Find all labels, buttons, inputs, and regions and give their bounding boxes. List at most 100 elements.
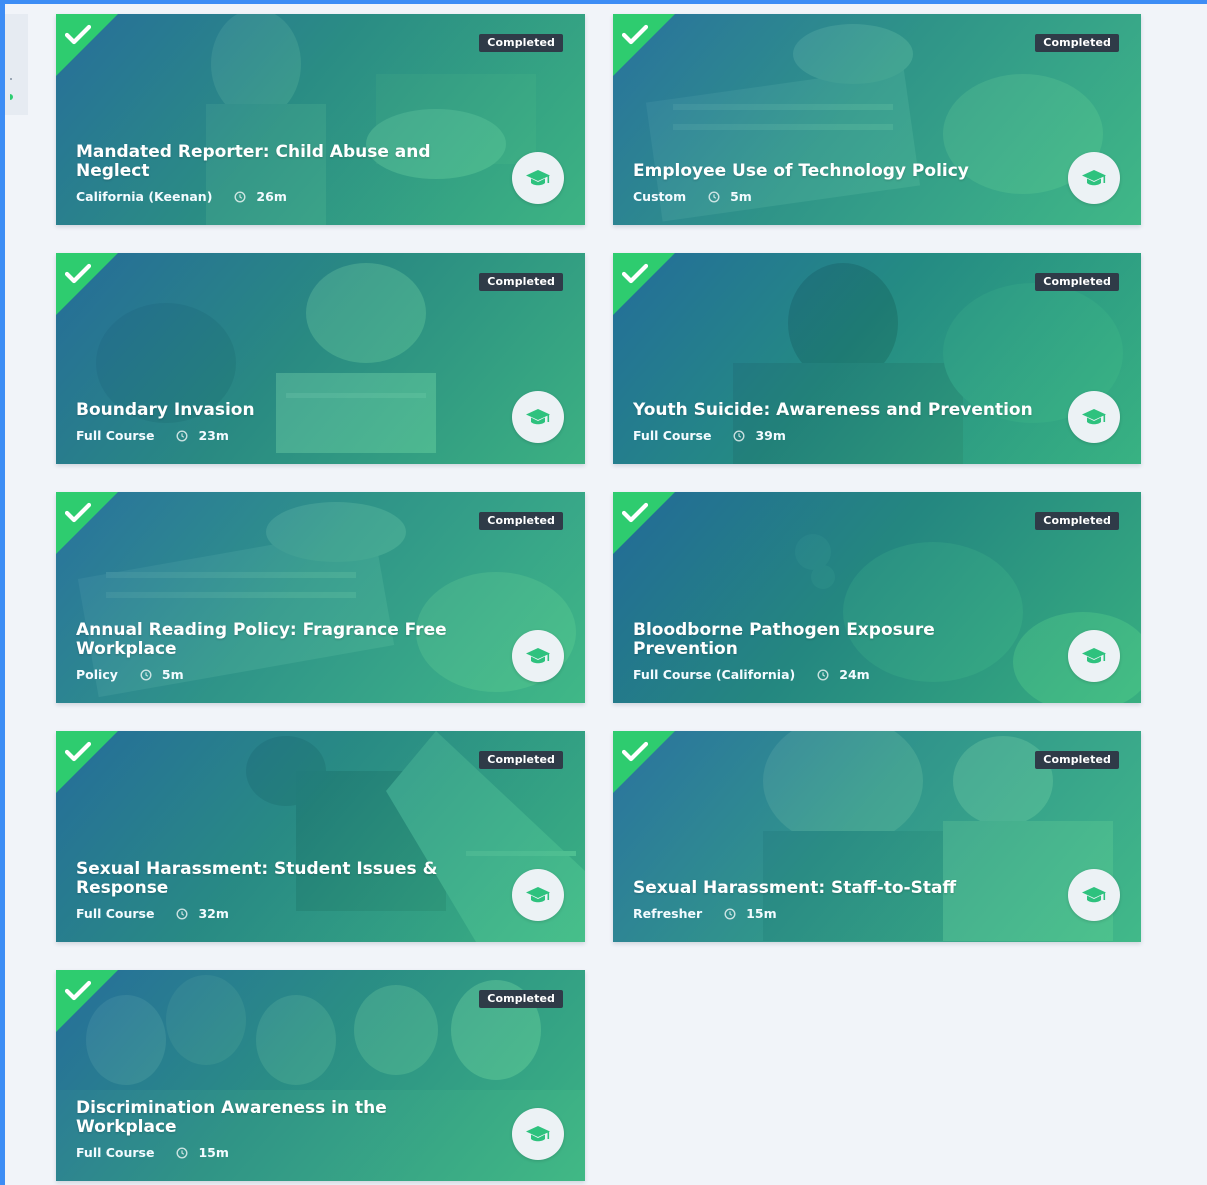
course-duration: 24m	[839, 667, 870, 682]
card-info: Sexual Harassment: Staff-to-Staff Refres…	[633, 879, 1041, 922]
course-title: Mandated Reporter: Child Abuse and Negle…	[76, 142, 431, 181]
graduation-cap-icon	[526, 1126, 550, 1142]
course-meta: Full Course 39m	[633, 428, 1041, 444]
clock-icon	[733, 430, 745, 442]
status-badge: Completed	[479, 512, 563, 530]
check-icon	[65, 741, 91, 762]
course-duration: 5m	[161, 667, 184, 682]
top-accent-bar	[0, 0, 1207, 4]
course-grid: Completed Mandated Reporter: Child Abuse…	[56, 14, 1141, 1181]
card-info: Bloodborne Pathogen Exposure Prevention …	[633, 621, 1041, 683]
course-type: Policy	[76, 667, 118, 682]
course-meta: Full Course 15m	[76, 1145, 485, 1161]
course-card[interactable]: Completed Sexual Harassment: Staff-to-St…	[613, 731, 1141, 942]
course-card[interactable]: Completed Employee Use of Technology Pol…	[613, 14, 1141, 225]
graduation-cap-icon	[526, 887, 550, 903]
sidebar-active-indicator	[10, 94, 13, 100]
check-icon	[622, 263, 648, 284]
course-type: Full Course	[76, 906, 155, 921]
check-icon	[622, 741, 648, 762]
launch-course-button[interactable]	[1068, 391, 1120, 443]
status-badge: Completed	[1035, 34, 1119, 52]
course-catalog-view: Completed Mandated Reporter: Child Abuse…	[0, 0, 1207, 1185]
course-type: Custom	[633, 189, 687, 204]
course-title: Boundary Invasion	[76, 400, 255, 420]
course-type: Full Course	[76, 428, 155, 443]
check-icon	[65, 24, 91, 45]
graduation-cap-icon	[1082, 170, 1106, 186]
check-icon	[622, 24, 648, 45]
clock-icon	[724, 908, 736, 920]
course-type: Full Course	[76, 1145, 155, 1160]
launch-course-button[interactable]	[512, 630, 564, 682]
launch-course-button[interactable]	[512, 869, 564, 921]
graduation-cap-icon	[1082, 409, 1106, 425]
course-card[interactable]: Completed Bloodborne Pathogen Exposure P…	[613, 492, 1141, 703]
launch-course-button[interactable]	[512, 152, 564, 204]
check-icon	[65, 263, 91, 284]
graduation-cap-icon	[526, 170, 550, 186]
course-meta: Refresher 15m	[633, 906, 1041, 922]
card-info: Annual Reading Policy: Fragrance Free Wo…	[76, 621, 485, 683]
check-icon	[65, 502, 91, 523]
clock-icon	[176, 1147, 188, 1159]
course-title: Youth Suicide: Awareness and Prevention	[633, 400, 1033, 420]
card-info: Employee Use of Technology Policy Custom…	[633, 162, 1041, 205]
clock-icon	[176, 430, 188, 442]
launch-course-button[interactable]	[1068, 869, 1120, 921]
course-duration: 39m	[755, 428, 786, 443]
graduation-cap-icon	[1082, 887, 1106, 903]
course-card[interactable]: Completed Annual Reading Policy: Fragran…	[56, 492, 585, 703]
course-card[interactable]: Completed Mandated Reporter: Child Abuse…	[56, 14, 585, 225]
course-title: Bloodborne Pathogen Exposure Prevention	[633, 620, 935, 659]
graduation-cap-icon	[526, 409, 550, 425]
course-card[interactable]: Completed Youth Suicide: Awareness and P…	[613, 253, 1141, 464]
launch-course-button[interactable]	[1068, 152, 1120, 204]
status-badge: Completed	[479, 990, 563, 1008]
course-card[interactable]: Completed Boundary Invasion Full Course …	[56, 253, 585, 464]
card-info: Youth Suicide: Awareness and Prevention …	[633, 401, 1041, 444]
course-title: Sexual Harassment: Staff-to-Staff	[633, 878, 957, 898]
card-info: Sexual Harassment: Student Issues & Resp…	[76, 860, 485, 922]
left-accent-bar	[0, 0, 5, 1185]
course-duration: 26m	[256, 189, 287, 204]
launch-course-button[interactable]	[512, 391, 564, 443]
collapsed-sidebar[interactable]	[5, 14, 28, 115]
course-card[interactable]: Completed Sexual Harassment: Student Iss…	[56, 731, 585, 942]
course-meta: Full Course 23m	[76, 428, 485, 444]
course-title: Discrimination Awareness in the Workplac…	[76, 1098, 387, 1137]
launch-course-button[interactable]	[1068, 630, 1120, 682]
course-meta: Full Course 32m	[76, 906, 485, 922]
clock-icon	[176, 908, 188, 920]
clock-icon	[234, 191, 246, 203]
graduation-cap-icon	[1082, 648, 1106, 664]
graduation-cap-icon	[526, 648, 550, 664]
course-title: Sexual Harassment: Student Issues & Resp…	[76, 859, 438, 898]
course-title: Employee Use of Technology Policy	[633, 161, 969, 181]
course-meta: Policy 5m	[76, 667, 485, 683]
course-type: Full Course (California)	[633, 667, 796, 682]
clock-icon	[140, 669, 152, 681]
card-info: Boundary Invasion Full Course 23m	[76, 401, 485, 444]
status-badge: Completed	[1035, 273, 1119, 291]
course-meta: Full Course (California) 24m	[633, 667, 1041, 683]
status-badge: Completed	[479, 34, 563, 52]
course-type: Full Course	[633, 428, 712, 443]
launch-course-button[interactable]	[512, 1108, 564, 1160]
card-info: Mandated Reporter: Child Abuse and Negle…	[76, 143, 485, 205]
course-duration: 23m	[198, 428, 229, 443]
status-badge: Completed	[1035, 751, 1119, 769]
course-duration: 32m	[198, 906, 229, 921]
course-duration: 15m	[198, 1145, 229, 1160]
card-info: Discrimination Awareness in the Workplac…	[76, 1099, 485, 1161]
sidebar-marker	[10, 78, 12, 80]
check-icon	[65, 980, 91, 1001]
course-meta: California (Keenan) 26m	[76, 189, 485, 205]
course-card[interactable]: Completed Discrimination Awareness in th…	[56, 970, 585, 1181]
course-duration: 5m	[730, 189, 752, 204]
clock-icon	[708, 191, 720, 203]
check-icon	[622, 502, 648, 523]
course-type: Refresher	[633, 906, 703, 921]
course-type: California (Keenan)	[76, 189, 213, 204]
course-title: Annual Reading Policy: Fragrance Free Wo…	[76, 620, 447, 659]
